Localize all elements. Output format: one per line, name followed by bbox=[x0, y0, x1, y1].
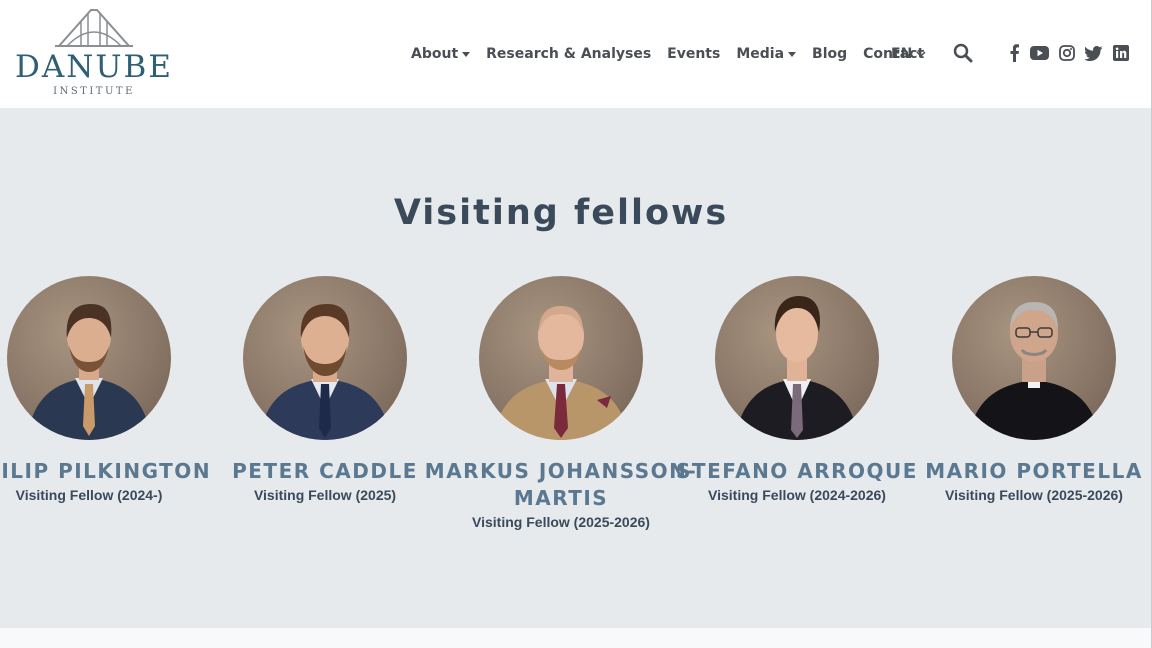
page-title: Visiting fellows bbox=[393, 193, 729, 233]
fellow-role: Visiting Fellow (2024-2026) bbox=[708, 487, 886, 503]
fellow-role: Visiting Fellow (2025) bbox=[253, 487, 397, 503]
person-portrait-icon bbox=[259, 304, 391, 440]
language-selector[interactable]: EN bbox=[891, 43, 926, 65]
nav-research-label: Research & Analyses bbox=[486, 46, 652, 62]
nav-blog-label: Blog bbox=[812, 46, 848, 62]
linkedin-icon bbox=[1113, 45, 1129, 61]
search-button[interactable] bbox=[953, 43, 975, 65]
caret-down-icon bbox=[788, 51, 797, 57]
fellow-name[interactable]: MARIO PORTELLA bbox=[889, 458, 1152, 485]
fellow-photo[interactable] bbox=[243, 276, 407, 440]
search-icon bbox=[953, 43, 973, 63]
fellow-photo[interactable] bbox=[952, 276, 1116, 440]
fellow-photo[interactable] bbox=[7, 276, 171, 440]
language-label: EN bbox=[891, 46, 913, 62]
fellow-photo[interactable] bbox=[479, 276, 643, 440]
logo-wordmark: DANUBE bbox=[15, 49, 173, 85]
caret-down-icon bbox=[462, 51, 471, 57]
youtube-icon bbox=[1030, 46, 1049, 60]
facebook-icon bbox=[1010, 44, 1019, 62]
person-portrait-icon bbox=[27, 304, 151, 440]
fellow-role: Visiting Fellow (2025-2026) bbox=[945, 487, 1123, 503]
main-nav: About Research & Analyses Events Media B… bbox=[411, 43, 940, 65]
person-portrait-icon bbox=[735, 296, 859, 440]
site-header: DANUBE INSTITUTE About Research & Analys… bbox=[0, 0, 1152, 108]
nav-blog[interactable]: Blog bbox=[812, 46, 847, 62]
danube-logo[interactable]: DANUBE INSTITUTE bbox=[10, 8, 178, 100]
linkedin-link[interactable] bbox=[1113, 45, 1129, 61]
facebook-link[interactable] bbox=[1008, 44, 1020, 62]
nav-events[interactable]: Events bbox=[667, 46, 720, 62]
youtube-link[interactable] bbox=[1030, 46, 1049, 60]
visiting-fellows-section: Visiting fellows PHILIP PILKINGTON Visit… bbox=[0, 108, 1152, 628]
nav-media[interactable]: Media bbox=[736, 46, 797, 62]
instagram-icon bbox=[1059, 45, 1075, 61]
nav-about-label: About bbox=[411, 46, 459, 62]
fellow-role: Visiting Fellow (2025-2026) bbox=[472, 514, 650, 530]
fellow-role: Visiting Fellow (2024-) bbox=[15, 487, 163, 503]
twitter-link[interactable] bbox=[1085, 45, 1103, 61]
nav-events-label: Events bbox=[667, 46, 721, 62]
logo-subtitle: INSTITUTE bbox=[53, 86, 135, 97]
nav-media-label: Media bbox=[736, 46, 785, 62]
instagram-link[interactable] bbox=[1059, 45, 1075, 61]
person-portrait-icon bbox=[493, 306, 629, 440]
person-portrait-icon bbox=[968, 302, 1100, 440]
social-links bbox=[1008, 43, 1139, 63]
chevron-down-icon bbox=[916, 50, 926, 57]
nav-research[interactable]: Research & Analyses bbox=[486, 46, 651, 62]
footer-strip bbox=[0, 628, 1152, 648]
bridge-icon bbox=[55, 9, 133, 47]
fellow-photo[interactable] bbox=[715, 276, 879, 440]
nav-about[interactable]: About bbox=[411, 46, 471, 62]
twitter-icon bbox=[1085, 45, 1103, 61]
